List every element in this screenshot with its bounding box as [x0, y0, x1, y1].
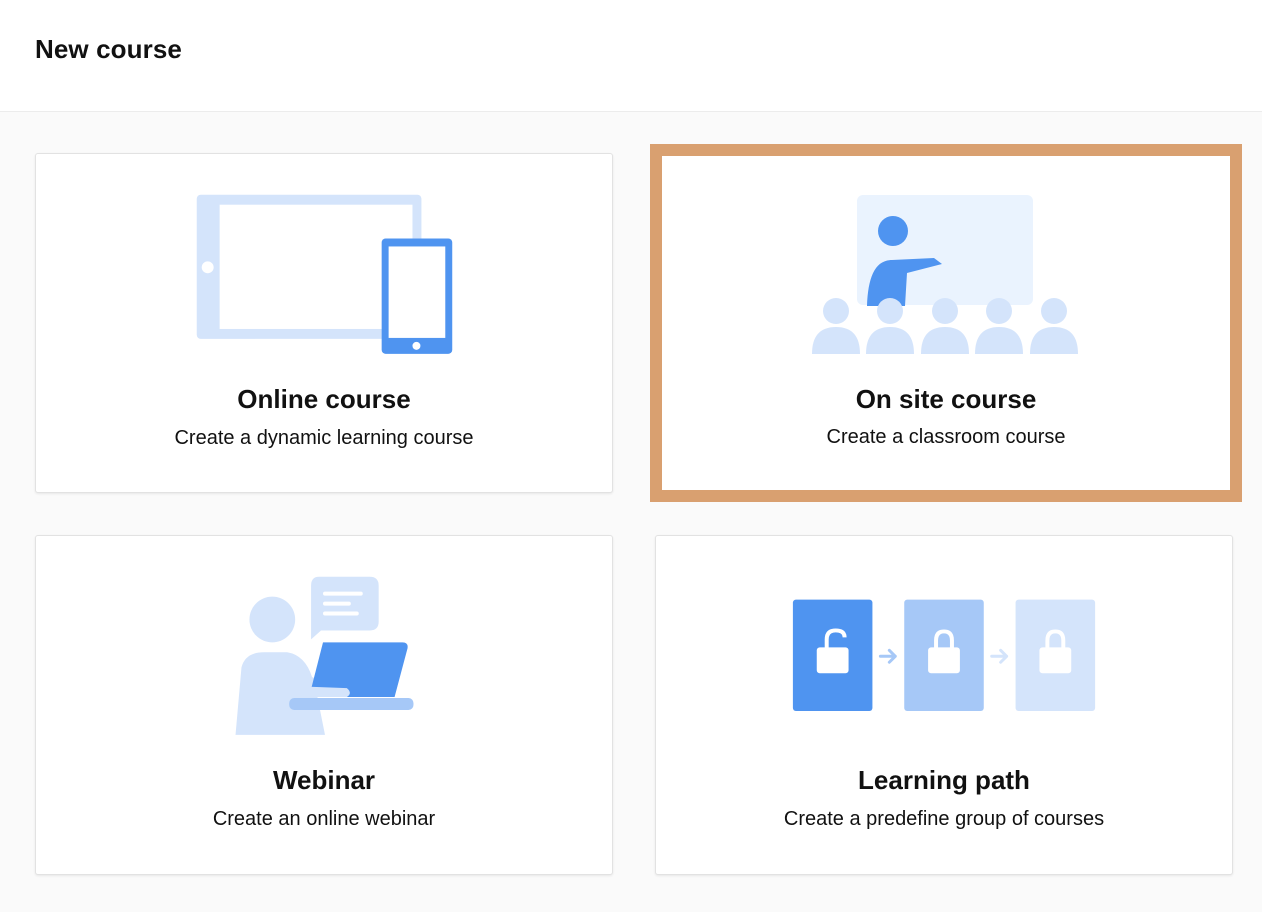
on-site-course-card[interactable]: On site course Create a classroom course [650, 144, 1242, 502]
page-title: New course [35, 34, 182, 64]
card-description: Create a classroom course [826, 426, 1066, 448]
card-description: Create an online webinar [212, 808, 436, 830]
online-course-card[interactable]: Online course Create a dynamic learning … [35, 153, 613, 493]
card-title: Webinar [272, 765, 376, 795]
webinar-card[interactable]: Webinar Create an online webinar [35, 535, 613, 875]
card-description: Create a predefine group of courses [783, 808, 1105, 830]
card-title: On site course [855, 384, 1037, 414]
card-description: Create a dynamic learning course [174, 427, 474, 449]
card-title: Learning path [858, 765, 1030, 795]
learning-path-card[interactable]: Learning path Create a predefine group o… [655, 535, 1233, 875]
page-header: New course [0, 0, 1262, 112]
card-title: Online course [237, 384, 411, 414]
